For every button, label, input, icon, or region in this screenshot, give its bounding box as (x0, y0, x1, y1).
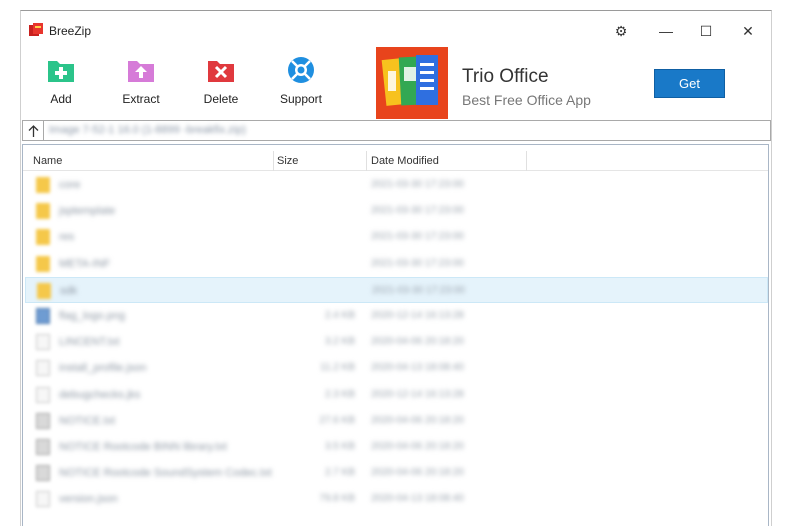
get-button[interactable]: Get (654, 69, 725, 98)
folder-icon (36, 177, 50, 193)
table-row[interactable]: jsptemplate 2021-03-30 17:23:00 (25, 198, 768, 224)
maximize-button[interactable]: ☐ (691, 19, 721, 43)
image-file-icon (36, 308, 50, 324)
column-date-modified[interactable]: Date Modified (371, 155, 439, 173)
extract-button[interactable]: Extract (111, 55, 171, 111)
folder-icon (37, 282, 51, 299)
table-row[interactable]: META-INF 2021-03-30 17:23:00 (25, 251, 768, 277)
file-name: NOTICE Rootcode BINN library.txt (59, 441, 227, 453)
delete-folder-icon (208, 61, 234, 82)
table-row[interactable]: flag_logo.png 2.4 KB 2020-12-14 16:13:28 (25, 303, 768, 329)
table-row[interactable]: NOTICE Rootcode SoundSystem Codec.txt 2.7… (25, 460, 768, 486)
close-button[interactable]: ✕ (733, 19, 763, 43)
file-icon (36, 491, 50, 508)
title-bar: BreeZip ⚙ — ☐ ✕ (21, 11, 771, 49)
text-file-icon (36, 465, 50, 482)
file-name: flag_logo.png (59, 310, 126, 322)
support-button[interactable]: Support (271, 55, 331, 111)
app-title: BreeZip (49, 24, 92, 38)
file-icon (36, 386, 50, 403)
file-name: META-INF (59, 257, 111, 270)
lifebuoy-icon (288, 57, 314, 83)
column-divider[interactable] (366, 151, 367, 171)
table-row[interactable]: debugchecks.jks 2.3 KB 2020-12-14 16:13:28 (25, 382, 768, 408)
app-window: BreeZip ⚙ — ☐ ✕ Add Extract Delete Suppo… (20, 10, 772, 526)
breezip-logo-icon (29, 23, 43, 36)
file-name: core (59, 179, 81, 191)
file-date: 2020-04-06 20:18:20 (371, 467, 464, 479)
table-row[interactable]: res 2021-03-30 17:23:00 (25, 224, 768, 250)
add-button[interactable]: Add (31, 55, 91, 111)
column-divider[interactable] (526, 151, 527, 171)
file-date: 2020-04-06 20:18:20 (371, 336, 464, 348)
file-date: 2020-04-13 18:08:40 (371, 493, 464, 505)
delete-label: Delete (203, 92, 239, 106)
file-name: NOTICE.txt (59, 414, 116, 427)
table-row[interactable]: NOTICE.txt 27.6 KB 2020-04-06 20:18:20 (25, 408, 768, 434)
file-date: 2021-03-30 17:23:00 (371, 231, 464, 243)
add-folder-icon (48, 61, 74, 82)
file-size: 27.6 KB (319, 414, 355, 426)
minimize-button[interactable]: — (651, 19, 681, 43)
file-name: res (59, 231, 75, 244)
file-date: 2020-04-06 20:18:20 (371, 441, 464, 452)
table-row[interactable]: NOTICE Rootcode BINN library.txt 3.5 KB 20… (25, 434, 768, 460)
arrow-up-icon (28, 124, 38, 137)
file-size: 2.7 KB (324, 467, 355, 479)
table-row[interactable]: version.json 79.8 KB 2020-04-13 18:08:40 (25, 486, 768, 512)
text-file-icon (36, 439, 50, 455)
text-file-icon (36, 412, 50, 429)
column-header: Name Size Date Modified (23, 151, 768, 171)
column-name[interactable]: Name (33, 155, 62, 173)
file-name: LINCENT.txt (59, 336, 120, 349)
file-name: jsptemplate (59, 205, 116, 218)
file-size: 2.4 KB (324, 310, 355, 321)
file-date: 2021-03-30 17:23:00 (371, 205, 464, 217)
add-label: Add (50, 92, 72, 106)
file-name: sdk (60, 284, 78, 297)
table-row[interactable]: install_profile.json 11.2 KB 2020-04-13 18… (25, 355, 768, 381)
folder-icon (36, 229, 50, 246)
trio-office-logo-icon[interactable] (376, 47, 448, 119)
column-divider[interactable] (273, 151, 274, 171)
table-row[interactable]: LINCENT.txt 3.2 KB 2020-04-06 20:18:20 (25, 329, 768, 355)
file-icon (36, 334, 50, 351)
file-list: Name Size Date Modified core 2021-03-30 1… (22, 144, 769, 526)
file-name: install_profile.json (59, 362, 147, 375)
table-row[interactable]: core 2021-03-30 17:23:00 (25, 172, 768, 198)
extract-folder-icon (128, 61, 154, 82)
path-input[interactable]: Image 7-52-1 16.0 (1-8899 -breakfix.zip) (49, 124, 246, 136)
file-date: 2020-04-06 20:18:20 (371, 414, 464, 426)
ad-title: Trio Office (462, 66, 549, 87)
settings-icon[interactable]: ⚙ (606, 19, 636, 43)
file-date: 2021-03-30 17:23:00 (372, 284, 465, 296)
extract-label: Extract (122, 92, 160, 106)
up-button[interactable] (23, 121, 44, 140)
file-icon (36, 360, 50, 377)
file-name: version.json (59, 493, 118, 506)
file-size: 2.3 KB (324, 388, 355, 400)
file-size: 11.2 KB (320, 362, 355, 374)
column-size[interactable]: Size (277, 155, 298, 173)
support-label: Support (279, 92, 323, 106)
table-row[interactable]: sdk 2021-03-30 17:23:00 (25, 276, 768, 303)
file-date: 2020-12-14 16:13:28 (371, 310, 464, 321)
delete-button[interactable]: Delete (191, 55, 251, 111)
folder-icon (36, 203, 50, 220)
file-name: NOTICE Rootcode SoundSystem Codec.txt (59, 467, 272, 480)
file-size: 3.5 KB (324, 441, 355, 452)
file-size: 79.8 KB (319, 493, 355, 505)
file-name: debugchecks.jks (59, 388, 141, 401)
file-date: 2020-04-13 18:08:40 (371, 362, 464, 374)
file-size: 3.2 KB (324, 336, 355, 348)
ad-subtitle: Best Free Office App (462, 92, 591, 108)
file-date: 2021-03-30 17:23:00 (371, 179, 464, 190)
path-bar: Image 7-52-1 16.0 (1-8899 -breakfix.zip) (22, 120, 771, 141)
file-date: 2021-03-30 17:23:00 (371, 257, 464, 269)
file-date: 2020-12-14 16:13:28 (371, 388, 464, 400)
folder-icon (36, 255, 50, 272)
